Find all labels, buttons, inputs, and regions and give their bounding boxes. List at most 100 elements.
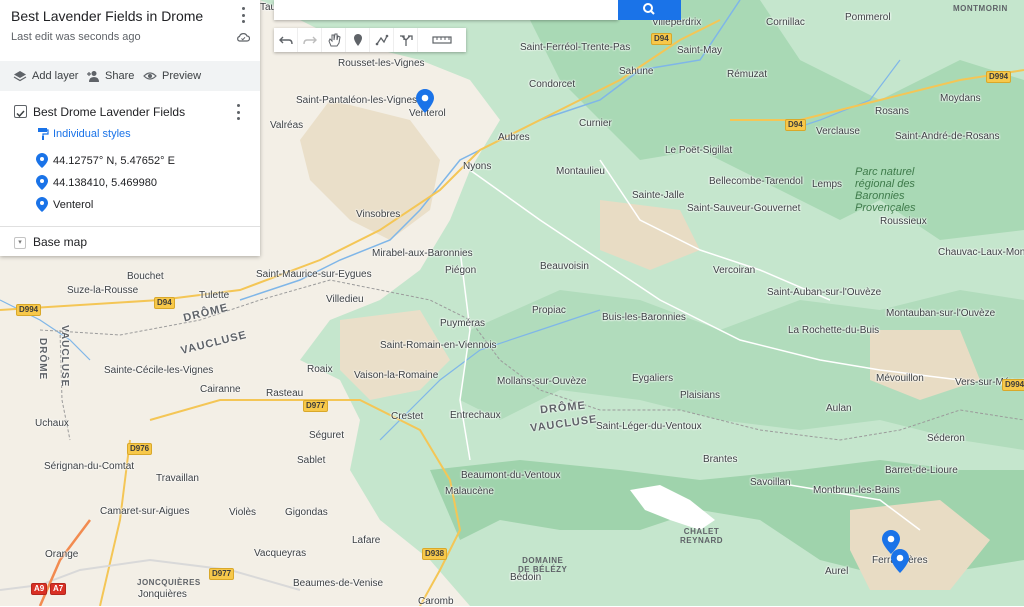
place-label: Plaisians xyxy=(680,390,721,401)
place-label: Crestet xyxy=(391,411,424,422)
place-label: Entrechaux xyxy=(450,410,501,421)
draw-line-icon xyxy=(375,34,388,46)
place-label: Sablet xyxy=(297,455,326,466)
place-label: Sahune xyxy=(619,66,654,77)
place-label: Séguret xyxy=(309,430,345,441)
place-label: Bellecombe-Tarendol xyxy=(709,176,803,187)
hand-icon xyxy=(327,33,341,47)
preview-button[interactable]: Preview xyxy=(143,69,201,83)
layer-item-label: 44.138410, 5.469980 xyxy=(53,176,157,189)
marker-pin-coordinates[interactable] xyxy=(891,549,909,573)
paint-roller-icon xyxy=(38,128,49,140)
place-label: Beaumont-du-Ventoux xyxy=(461,470,561,481)
road-shield: D977 xyxy=(303,400,329,412)
undo-button[interactable] xyxy=(274,28,298,52)
place-label: Savoillan xyxy=(750,477,791,488)
layer-item[interactable]: 44.12757° N, 5.47652° E xyxy=(36,153,175,168)
place-label: Vercoiran xyxy=(713,265,756,276)
directions-button[interactable] xyxy=(394,28,418,52)
place-label: Mollans-sur-Ouvèze xyxy=(497,376,587,387)
marker-icon xyxy=(36,175,48,190)
map-toolbar xyxy=(274,28,466,52)
redo-button[interactable] xyxy=(298,28,322,52)
place-label: Saint-André-de-Rosans xyxy=(895,131,1000,142)
place-label: Bédoin xyxy=(510,572,542,583)
road-shield: D994 xyxy=(986,71,1012,83)
place-label: Bouchet xyxy=(127,271,164,282)
place-label: Sainte-Jalle xyxy=(632,190,685,201)
place-label: Camaret-sur-Aigues xyxy=(100,506,190,517)
layer-item[interactable]: Venterol xyxy=(36,197,93,212)
marker-icon xyxy=(36,153,48,168)
search-input[interactable] xyxy=(274,0,618,20)
draw-line-button[interactable] xyxy=(370,28,394,52)
marker-pin-venterol[interactable] xyxy=(416,89,434,113)
chevron-down-icon[interactable]: ▾ xyxy=(14,237,26,249)
highway-shield: A7 xyxy=(50,583,67,595)
panel-actions: Add layer Share Preview xyxy=(0,61,260,91)
place-label: Vinsobres xyxy=(356,209,401,220)
place-label: Aulan xyxy=(826,403,852,414)
place-label: Beaumes-de-Venise xyxy=(293,578,384,589)
place-label: Vacqueyras xyxy=(254,548,307,559)
last-edit-status: Last edit was seconds ago xyxy=(11,31,141,43)
road-shield: D94 xyxy=(154,297,175,309)
place-label: Violès xyxy=(229,507,257,518)
map-options-button[interactable] xyxy=(235,6,251,24)
place-label: Piégon xyxy=(445,265,477,276)
individual-styles-link[interactable]: Individual styles xyxy=(38,128,131,140)
place-label: Gigondas xyxy=(285,507,328,518)
layer-visibility-checkbox[interactable] xyxy=(14,105,27,118)
place-label: Cornillac xyxy=(766,17,805,28)
add-layer-button[interactable]: Add layer xyxy=(13,69,78,83)
search-icon xyxy=(643,3,655,15)
layer-title[interactable]: Best Drome Lavender Fields xyxy=(33,105,185,119)
place-label: Rasteau xyxy=(266,388,304,399)
search-button[interactable] xyxy=(618,0,681,20)
place-label: Mévouillon xyxy=(876,373,924,384)
place-label: Chauvac-Laux-Mon xyxy=(938,247,1024,258)
layers-icon xyxy=(13,71,27,82)
place-label: Vaison-la-Romaine xyxy=(354,370,439,381)
place-label: Mirabel-aux-Baronnies xyxy=(372,248,473,259)
measure-button[interactable] xyxy=(418,28,466,52)
preview-label: Preview xyxy=(162,70,202,82)
place-label: Montauban-sur-l'Ouvèze xyxy=(886,308,996,319)
cloud-saved-icon xyxy=(237,33,250,42)
share-button[interactable]: Share xyxy=(86,69,134,83)
place-label: Tulette xyxy=(199,290,230,301)
place-label: Propiac xyxy=(532,305,566,316)
base-map-section[interactable]: ▾ Base map xyxy=(0,226,260,257)
road-shield: D976 xyxy=(127,443,153,455)
place-label: Brantes xyxy=(703,454,738,465)
poi-label-chalet-reynard: CHALET REYNARD xyxy=(680,527,724,545)
individual-styles-label: Individual styles xyxy=(53,128,131,140)
place-label: Saint-Léger-du-Ventoux xyxy=(596,421,702,432)
place-label: Saint-Auban-sur-l'Ouvèze xyxy=(767,287,882,298)
place-label: Orange xyxy=(45,549,79,560)
region-label-drome-vertical: DRÔME xyxy=(37,338,48,381)
road-shield: D94 xyxy=(785,119,806,131)
place-label: Rousset-les-Vignes xyxy=(338,58,425,69)
place-label: Caromb xyxy=(418,596,454,607)
road-shield: D994 xyxy=(1002,379,1024,391)
map-title[interactable]: Best Lavender Fields in Drome xyxy=(11,8,203,24)
place-label: Verclause xyxy=(816,126,860,137)
marker-icon xyxy=(36,197,48,212)
place-label: Montbrun-les-Bains xyxy=(813,485,900,496)
poi-label-joncquieres: JONCQUIÈRES xyxy=(137,578,201,587)
place-label: Lemps xyxy=(812,179,843,190)
area-label-montmorin: MONTMORIN xyxy=(953,4,1008,13)
layer-options-button[interactable] xyxy=(230,103,246,121)
directions-icon xyxy=(399,35,413,46)
add-person-icon xyxy=(87,71,99,82)
place-label: Curnier xyxy=(579,118,612,129)
highway-shield: A9 xyxy=(31,583,48,595)
place-label: Uchaux xyxy=(35,418,69,429)
layer-item[interactable]: 44.138410, 5.469980 xyxy=(36,175,157,190)
marker-icon xyxy=(353,34,362,46)
place-label: Roaix xyxy=(307,364,333,375)
add-marker-button[interactable] xyxy=(346,28,370,52)
place-label: Saint-May xyxy=(677,45,723,56)
select-items-button[interactable] xyxy=(322,28,346,52)
